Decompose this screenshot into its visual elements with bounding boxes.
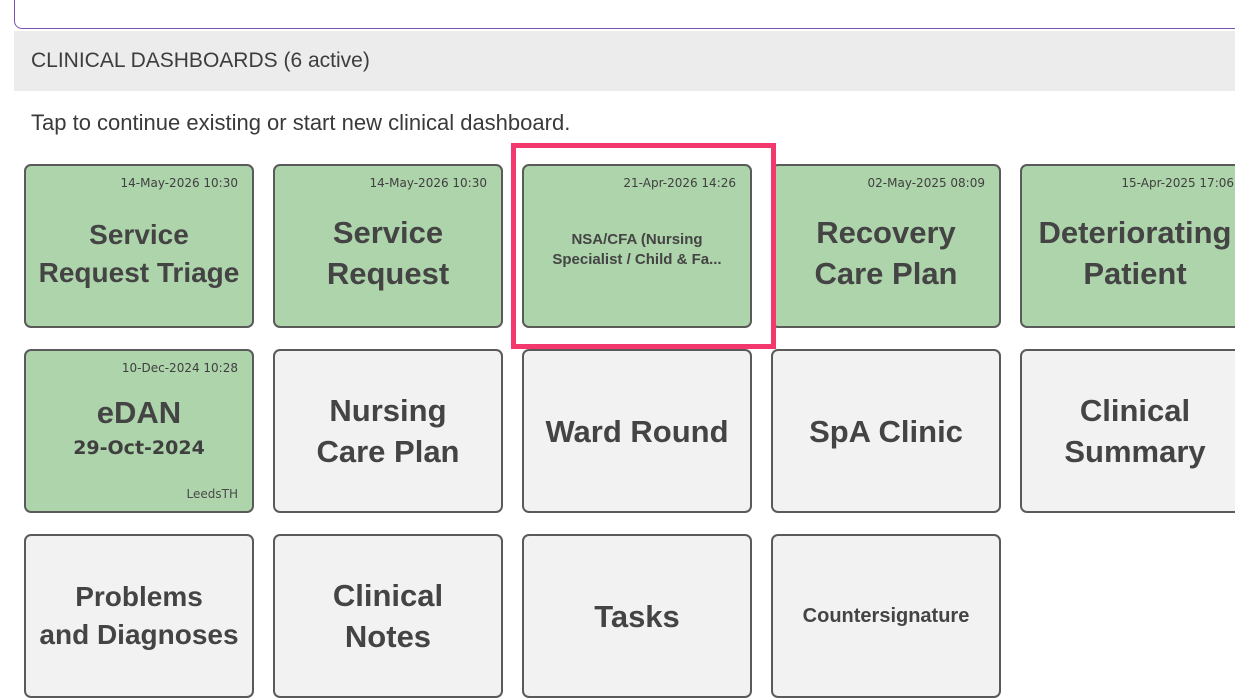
instruction-text: Tap to continue existing or start new cl… [31, 110, 571, 135]
tile-ward-round[interactable]: Ward Round [522, 349, 752, 513]
tile-timestamp: 14-May-2026 10:30 [369, 176, 487, 190]
tile-timestamp: 14-May-2026 10:30 [120, 176, 238, 190]
tile-title: Recovery Care Plan [814, 215, 958, 291]
tile-timestamp: 21-Apr-2026 14:26 [623, 176, 736, 190]
tile-clinical-notes[interactable]: Clinical Notes [273, 534, 503, 698]
tile-spa-clinic[interactable]: SpA Clinic [771, 349, 1001, 513]
tile-edan[interactable]: 10-Dec-2024 10:28 eDAN 29-Oct-2024 Leeds… [24, 349, 254, 513]
section-title: CLINICAL DASHBOARDS (6 active) [31, 49, 370, 72]
tile-service-request[interactable]: 14-May-2026 10:30 Service Request [273, 164, 503, 328]
section-header: CLINICAL DASHBOARDS (6 active) [14, 31, 1235, 91]
tile-recovery-care-plan[interactable]: 02-May-2025 08:09 Recovery Care Plan [771, 164, 1001, 328]
tile-title: Deteriorating Patient [1038, 215, 1232, 291]
tile-deteriorating-patient[interactable]: 15-Apr-2025 17:06 Deteriorating Patient [1020, 164, 1235, 328]
tile-countersignature[interactable]: Countersignature [771, 534, 1001, 698]
tile-problems-and-diagnoses[interactable]: Problems and Diagnoses [24, 534, 254, 698]
tile-title: Clinical Summary [1064, 393, 1206, 469]
top-card [14, 0, 1235, 29]
tile-title: Tasks [594, 598, 680, 634]
tile-title: Ward Round [545, 413, 729, 449]
tile-service-request-triage[interactable]: 14-May-2026 10:30 Service Request Triage [24, 164, 254, 328]
tile-title: Service Request [326, 215, 450, 291]
tile-title: Problems and Diagnoses [39, 581, 239, 650]
tile-timestamp: 15-Apr-2025 17:06 [1121, 176, 1234, 190]
tile-title: eDAN [96, 394, 182, 430]
tile-organisation: LeedsTH [186, 487, 238, 501]
tile-nursing-care-plan[interactable]: Nursing Care Plan [273, 349, 503, 513]
tile-subtitle: 29-Oct-2024 [73, 436, 205, 459]
tile-title: Clinical Notes [332, 578, 444, 654]
tile-timestamp: 10-Dec-2024 10:28 [121, 361, 238, 375]
tile-timestamp: 02-May-2025 08:09 [867, 176, 985, 190]
tile-tasks[interactable]: Tasks [522, 534, 752, 698]
tile-title: SpA Clinic [809, 413, 963, 449]
tile-title: Countersignature [802, 605, 970, 627]
tile-title: NSA/CFA (Nursing Specialist / Child & Fa… [552, 231, 722, 268]
tile-title: Nursing Care Plan [316, 393, 460, 469]
tile-nsa-cfa[interactable]: 21-Apr-2026 14:26 NSA/CFA (Nursing Speci… [522, 164, 752, 328]
tile-title: Service Request Triage [38, 219, 240, 288]
tile-clinical-summary[interactable]: Clinical Summary [1020, 349, 1235, 513]
